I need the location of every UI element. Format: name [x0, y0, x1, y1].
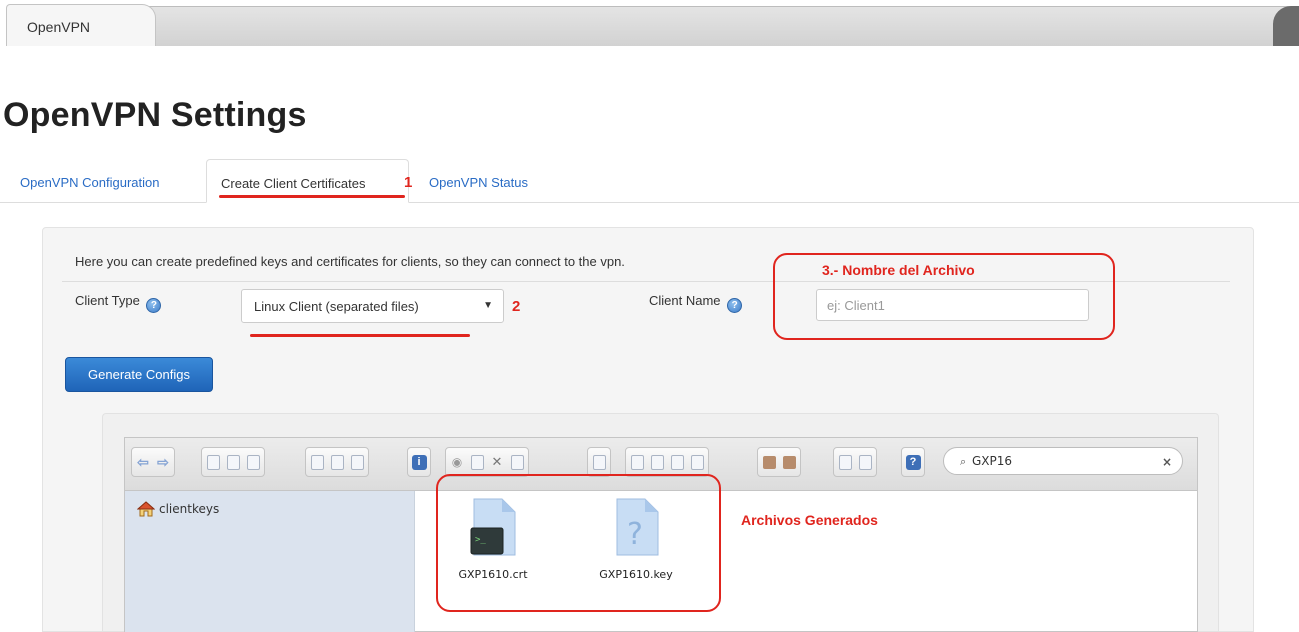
tab-strip-end	[1273, 6, 1299, 46]
cut-icon[interactable]: ✕	[488, 452, 506, 472]
help-icon[interactable]: ?	[146, 298, 162, 313]
toolbar-group-duplicate	[587, 447, 611, 477]
client-type-label-row: Client Type ?	[75, 293, 162, 313]
client-name-label: Client Name	[649, 293, 721, 308]
annotation-underline-select	[250, 334, 470, 337]
upload-icon[interactable]	[224, 452, 242, 472]
clear-icon[interactable]: ×	[1162, 455, 1172, 469]
file-search-field[interactable]: ⌕ GXP16 ×	[943, 447, 1183, 475]
file-search-value: GXP16	[972, 454, 1013, 468]
tree-item-clientkeys[interactable]: clientkeys	[137, 501, 219, 517]
edit-icon[interactable]	[648, 452, 666, 472]
home-icon	[137, 501, 155, 517]
toolbar-group-nav: ⇦ ⇨	[131, 447, 175, 477]
toolbar-group-edit	[305, 447, 369, 477]
tab-openvpn-configuration[interactable]: OpenVPN Configuration	[20, 159, 159, 203]
copy-icon[interactable]	[468, 452, 486, 472]
eye-icon[interactable]: ◉	[448, 452, 466, 472]
annotation-mark-2: 2	[512, 298, 521, 315]
tab-strip-background	[130, 6, 1299, 46]
toolbar-group-tools	[625, 447, 709, 477]
folder-tree: clientkeys	[125, 491, 415, 632]
help-square-icon[interactable]: ?	[904, 452, 922, 472]
annotation-label-3: 3.- Nombre del Archivo	[822, 262, 975, 278]
annotation-label-generated: Archivos Generados	[741, 512, 878, 528]
tab-openvpn-status[interactable]: OpenVPN Status	[429, 159, 528, 203]
toolbar-group-view	[833, 447, 877, 477]
open-icon[interactable]	[308, 452, 326, 472]
client-name-label-row: Client Name ?	[649, 293, 743, 313]
annotation-mark-1: 1	[404, 174, 413, 191]
extract-icon[interactable]	[688, 452, 706, 472]
back-arrow-icon[interactable]: ⇦	[134, 452, 152, 472]
top-tab-strip: OpenVPN	[0, 0, 1299, 46]
download-icon[interactable]	[328, 452, 346, 472]
intro-text: Here you can create predefined keys and …	[75, 254, 625, 269]
unarchive-icon[interactable]	[780, 452, 798, 472]
client-type-select[interactable]: Linux Client (separated files) ▼	[241, 289, 504, 323]
generate-configs-button[interactable]: Generate Configs	[65, 357, 213, 392]
page-title: OpenVPN Settings	[3, 96, 307, 134]
annotation-box-files	[436, 474, 721, 612]
client-type-value: Linux Client (separated files)	[254, 299, 419, 314]
caret-down-icon: ▼	[483, 300, 493, 311]
duplicate-icon[interactable]	[590, 452, 608, 472]
toolbar-group-info: i	[407, 447, 431, 477]
select-icon[interactable]	[348, 452, 366, 472]
resize-icon[interactable]	[668, 452, 686, 472]
annotation-underline-tab	[219, 195, 405, 198]
toolbar-group-archive	[757, 447, 801, 477]
client-type-label: Client Type	[75, 293, 140, 308]
toolbar-group-clipboard: ◉ ✕	[445, 447, 529, 477]
info-icon[interactable]: i	[410, 452, 428, 472]
toolbar-group-files	[201, 447, 265, 477]
forward-arrow-icon[interactable]: ⇨	[154, 452, 172, 472]
rename-icon[interactable]	[628, 452, 646, 472]
help-icon[interactable]: ?	[727, 298, 743, 313]
paste-icon[interactable]	[508, 452, 526, 472]
app-tab-openvpn[interactable]: OpenVPN	[6, 4, 156, 46]
icon-view-icon[interactable]	[856, 452, 874, 472]
list-view-icon[interactable]	[836, 452, 854, 472]
tree-item-label: clientkeys	[159, 502, 220, 516]
toolbar-group-help: ?	[901, 447, 925, 477]
archive-icon[interactable]	[760, 452, 778, 472]
subtabs-bar: OpenVPN Configuration Create Client Cert…	[0, 159, 1299, 203]
save-icon[interactable]	[244, 452, 262, 472]
search-icon: ⌕	[960, 455, 967, 468]
new-file-icon[interactable]	[204, 452, 222, 472]
